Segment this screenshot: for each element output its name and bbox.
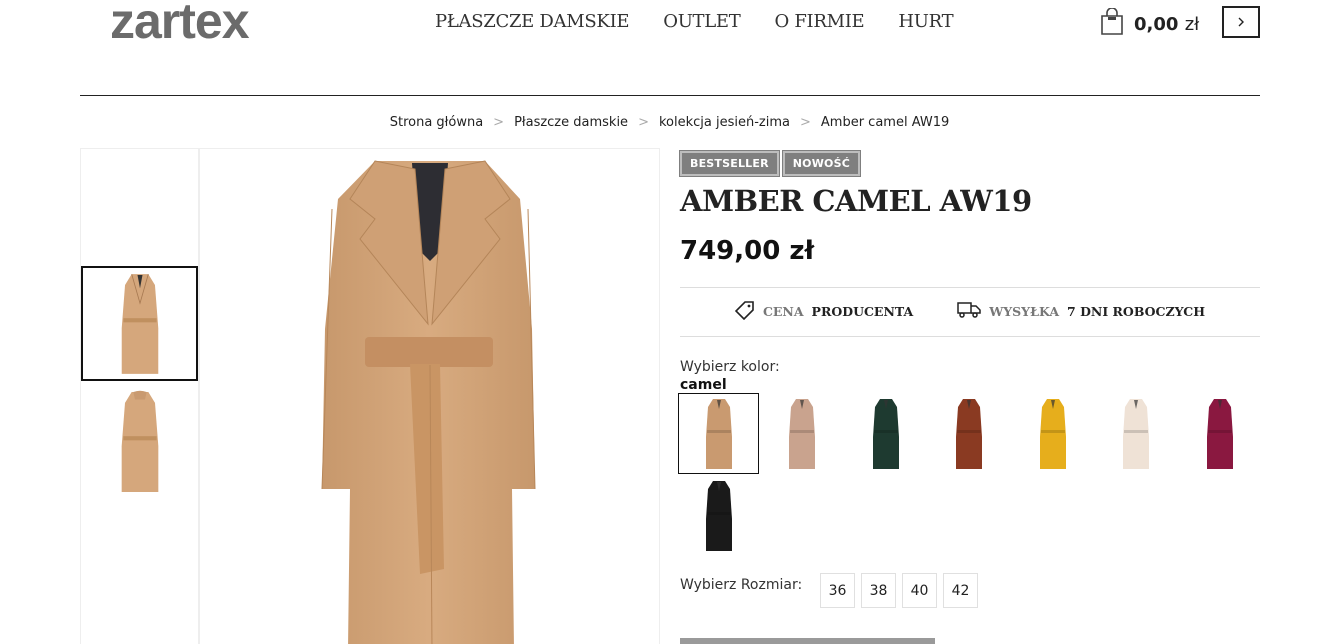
thumbnail-4[interactable]: [81, 501, 198, 616]
size-option-36[interactable]: 36: [820, 573, 855, 608]
main-nav: PŁASZCZE DAMSKIE OUTLET O FIRMIE HURT: [435, 11, 954, 32]
color-swatch-5[interactable]: [1012, 393, 1093, 474]
badge-list: BESTSELLER NOWOŚĆ: [679, 150, 862, 177]
thumbnail-1[interactable]: [81, 149, 198, 264]
size-option-38[interactable]: 38: [861, 573, 896, 608]
breadcrumb-separator: >: [638, 115, 649, 130]
breadcrumb: Strona główna > Płaszcze damskie > kolek…: [0, 115, 1339, 130]
thumbnail-list: [80, 148, 199, 644]
divider: [680, 287, 1260, 288]
breadcrumb-item-current: Amber camel AW19: [820, 115, 950, 130]
color-swatch-7[interactable]: [1179, 393, 1260, 474]
product-title: AMBER CAMEL AW19: [680, 184, 1032, 218]
product-price: 749,00 zł: [680, 236, 815, 266]
color-swatch-1[interactable]: [678, 393, 759, 474]
breadcrumb-item-plaszcze[interactable]: Płaszcze damskie: [514, 115, 628, 130]
cart-link[interactable]: 0,00 zł: [1100, 7, 1200, 40]
color-swatch-8[interactable]: [678, 475, 759, 556]
color-swatch-2[interactable]: [762, 393, 843, 474]
color-swatch-6[interactable]: [1096, 393, 1177, 474]
thumbnail-2[interactable]: [81, 266, 198, 381]
divider: [680, 336, 1260, 337]
chevron-right-icon[interactable]: [1222, 6, 1260, 38]
nav-item-outlet[interactable]: OUTLET: [663, 11, 741, 32]
size-label: Wybierz Rozmiar:: [680, 577, 803, 593]
cart-total: 0,00 zł: [1134, 13, 1200, 35]
breadcrumb-item-kolekcja[interactable]: kolekcja jesień-zima: [659, 115, 790, 130]
delivery-truck-icon: [957, 301, 981, 322]
breadcrumb-separator: >: [493, 115, 505, 130]
breadcrumb-separator: >: [799, 115, 811, 130]
feature-list: CENA PRODUCENTA WYSYŁKA 7 DNI ROBOCZYCH: [680, 300, 1260, 323]
color-selected: camel: [680, 377, 727, 393]
color-swatch-4[interactable]: [929, 393, 1010, 474]
color-label: Wybierz kolor:: [680, 359, 780, 375]
price-tag-icon: [734, 300, 755, 323]
header-divider: [80, 95, 1260, 96]
badge-nowosc: NOWOŚĆ: [781, 150, 862, 177]
nav-item-plaszcze[interactable]: PŁASZCZE DAMSKIE: [435, 11, 630, 32]
breadcrumb-item-home[interactable]: Strona główna: [390, 115, 483, 130]
feature-wysylka: WYSYŁKA 7 DNI ROBOCZYCH: [957, 300, 1205, 323]
nav-item-hurt[interactable]: HURT: [898, 11, 953, 32]
thumbnail-3[interactable]: [81, 384, 198, 499]
add-to-cart-button[interactable]: [680, 638, 935, 644]
feature-cena-producenta: CENA PRODUCENTA: [734, 300, 913, 323]
shopping-bag-icon: [1100, 7, 1124, 40]
badge-bestseller: BESTSELLER: [679, 150, 780, 177]
color-swatch-3[interactable]: [845, 393, 926, 474]
size-option-40[interactable]: 40: [902, 573, 937, 608]
nav-item-o-firmie[interactable]: O FIRMIE: [774, 11, 864, 32]
size-list: 36 38 40 42: [820, 573, 978, 608]
size-option-42[interactable]: 42: [943, 573, 978, 608]
product-main-image[interactable]: [199, 148, 660, 644]
brand-logo[interactable]: zartex: [110, 0, 250, 50]
